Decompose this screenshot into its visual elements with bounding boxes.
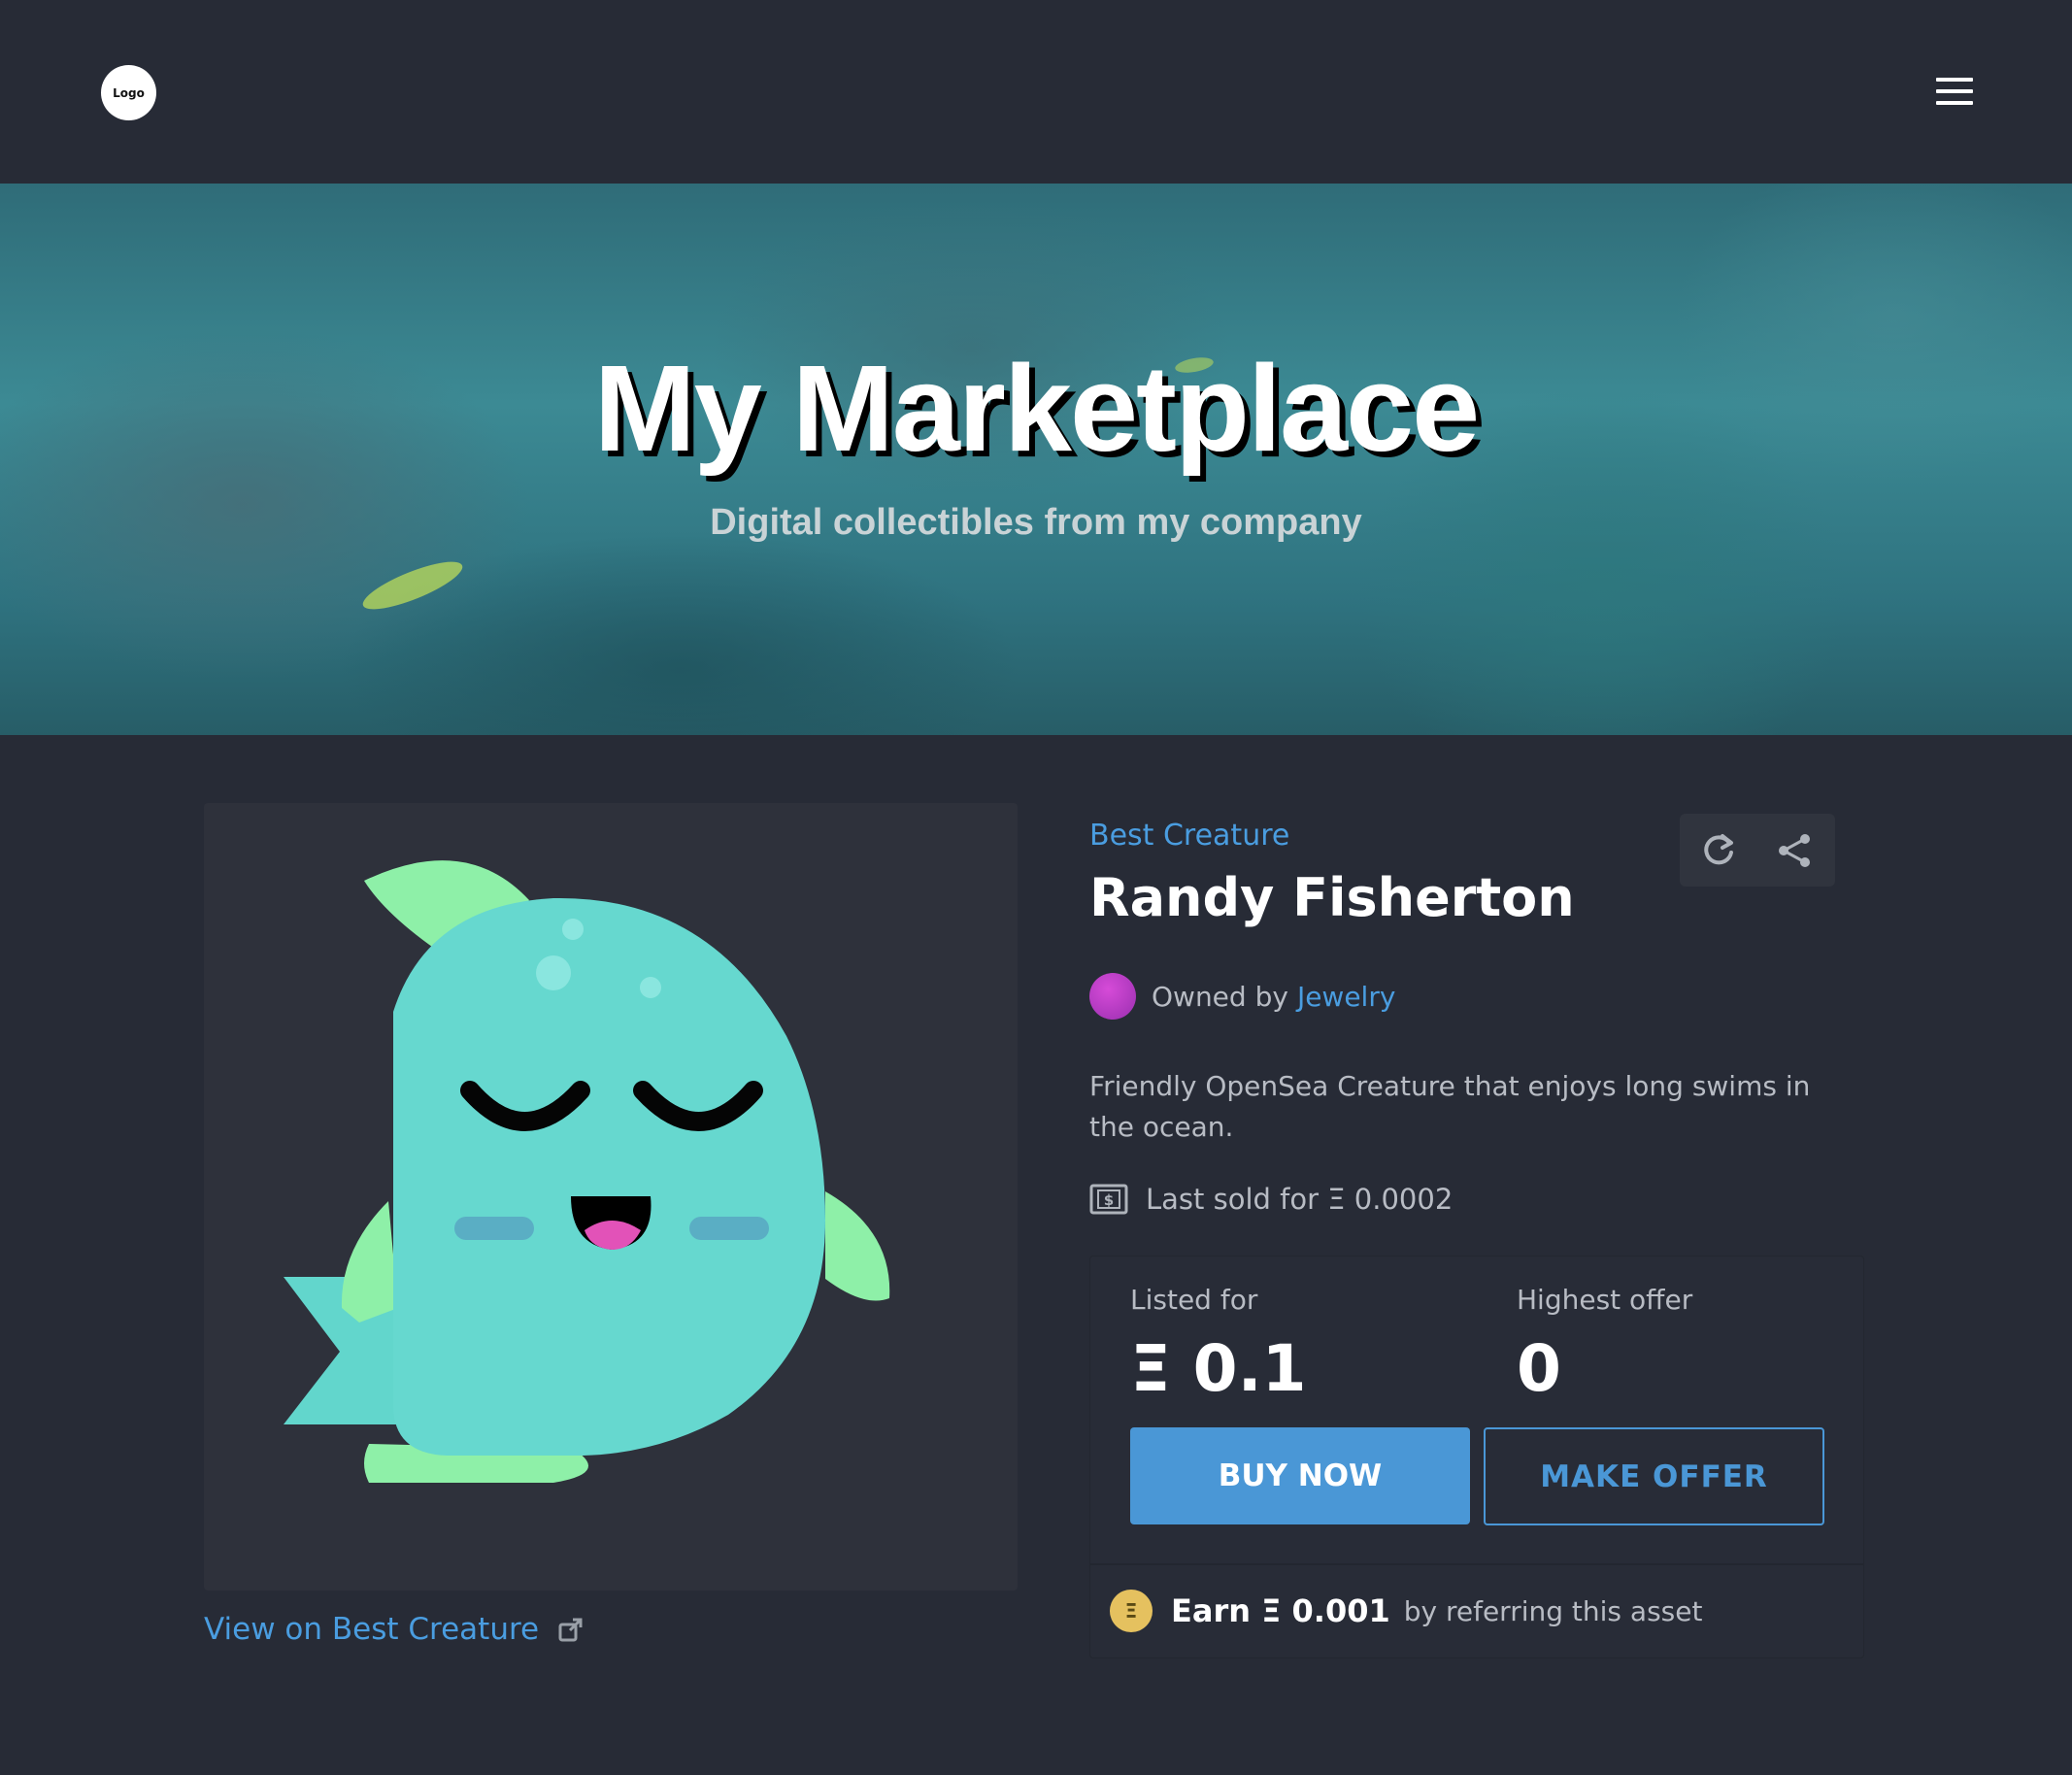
referral-text: by referring this asset [1403,1594,1703,1627]
refresh-icon[interactable] [1699,831,1738,870]
owner-link[interactable]: Jewelry [1297,981,1395,1013]
logo[interactable]: Logo [101,65,156,120]
hamburger-menu-icon[interactable] [1936,78,1973,105]
referral-amount: Earn Ξ 0.001 [1171,1592,1390,1629]
share-icon[interactable] [1775,831,1814,870]
asset-actions [1680,814,1835,887]
buy-now-button[interactable]: BUY NOW [1130,1427,1470,1524]
hero-subtitle: Digital collectibles from my company [710,502,1362,543]
divider [1090,1563,1863,1565]
collection-link[interactable]: Best Creature [1089,819,1289,853]
highest-offer-value: 0 [1517,1331,1561,1406]
listed-price: Ξ 0.1 [1130,1331,1307,1406]
make-offer-button[interactable]: MAKE OFFER [1484,1427,1824,1525]
hero-background-fish [357,553,468,619]
asset-description: Friendly OpenSea Creature that enjoys lo… [1089,1070,1811,1143]
owner-row: Owned by Jewelry [1089,973,1395,1020]
price-panel: Listed for Ξ 0.1 Highest offer 0 BUY NOW… [1089,1256,1864,1658]
svg-text:$: $ [1104,1191,1114,1209]
money-icon: $ [1089,1184,1128,1215]
view-link-text: View on Best Creature [204,1612,540,1647]
eth-coin-icon: Ξ [1110,1590,1153,1632]
referral-row: Ξ Earn Ξ 0.001 by referring this asset [1110,1590,1702,1632]
creature-illustration [284,860,890,1483]
hero-banner: My Marketplace Digital collectibles from… [0,184,2072,735]
owner-avatar[interactable] [1089,973,1136,1020]
hero-title: My Marketplace [593,340,1480,477]
last-sold-row: $ Last sold for Ξ 0.0002 [1089,1183,1453,1216]
owned-by-label: Owned by [1152,980,1288,1013]
external-link-icon [558,1618,583,1642]
top-bar: Logo [0,0,2072,184]
listed-for-label: Listed for [1130,1284,1258,1316]
view-on-collection-link[interactable]: View on Best Creature [204,1612,584,1647]
highest-offer-label: Highest offer [1517,1284,1693,1316]
last-sold-text: Last sold for Ξ 0.0002 [1146,1183,1454,1216]
asset-title: Randy Fisherton [1089,867,1575,928]
asset-image [204,803,1018,1591]
